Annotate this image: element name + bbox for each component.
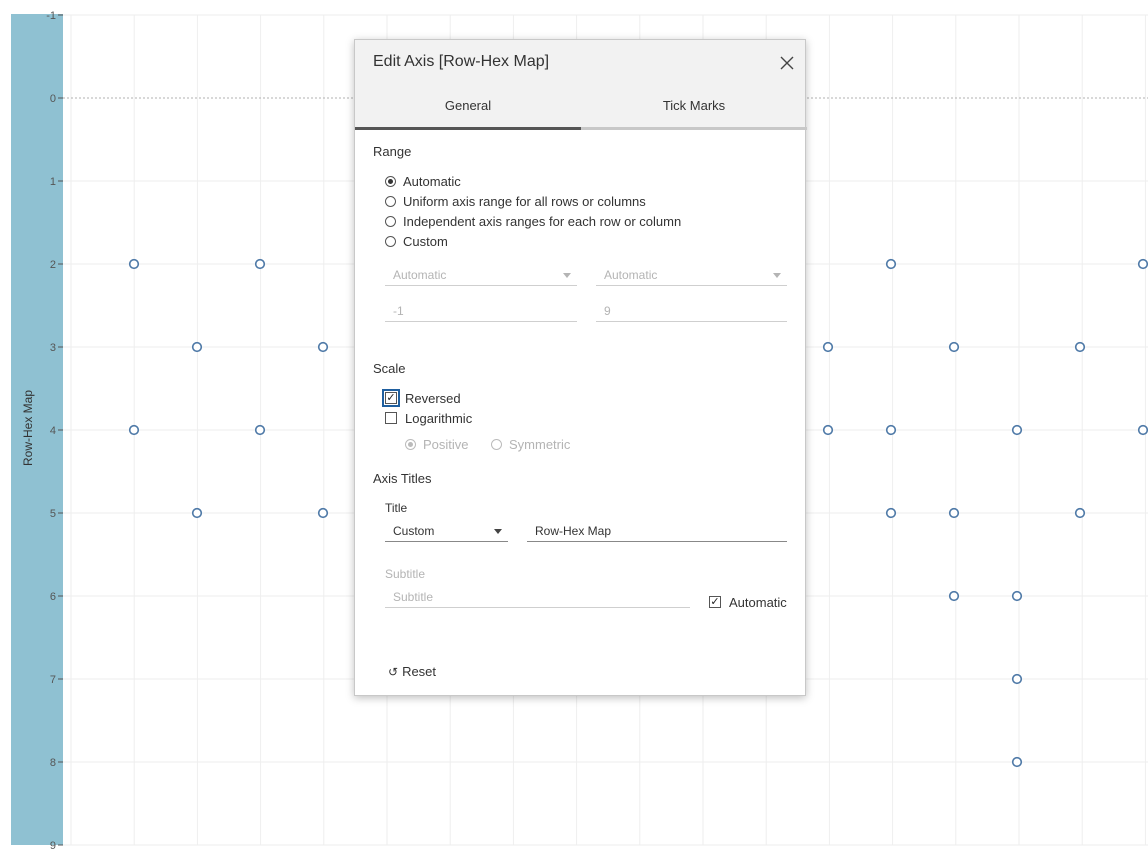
map-point[interactable] [128, 258, 140, 270]
tick-label: -1 [46, 10, 56, 22]
edit-axis-dialog: Edit Axis [Row-Hex Map] General Tick Mar… [354, 39, 807, 696]
map-point[interactable] [822, 341, 834, 353]
checkbox-indicator [385, 412, 397, 424]
map-point[interactable] [948, 341, 960, 353]
map-point[interactable] [317, 341, 329, 353]
range-end-mode-select[interactable]: Automatic [596, 264, 787, 286]
dialog-header: Edit Axis [Row-Hex Map] General Tick Mar… [355, 40, 807, 130]
radio-indicator [385, 235, 396, 247]
subtitle-automatic-checkbox[interactable]: ✓ Automatic [709, 593, 787, 611]
checkbox-label: Reversed [405, 390, 461, 406]
range-start-input[interactable]: -1 [385, 300, 577, 322]
map-point[interactable] [885, 507, 897, 519]
checkbox-indicator: ✓ [709, 596, 721, 608]
subtitle-input[interactable]: Subtitle [385, 586, 690, 608]
reset-icon: ↺ [388, 664, 399, 679]
chevron-down-icon [494, 529, 502, 534]
range-automatic-radio[interactable]: Automatic [385, 172, 461, 190]
tick-label: 5 [50, 508, 56, 520]
map-point[interactable] [254, 258, 266, 270]
title-label: Title [385, 501, 408, 515]
radio-label: Symmetric [509, 436, 571, 452]
tab-general[interactable]: General [355, 95, 581, 130]
radio-indicator [405, 438, 416, 450]
tab-tick-marks[interactable]: Tick Marks [581, 95, 807, 130]
tick-label: 4 [50, 425, 56, 437]
checkbox-label: Logarithmic [405, 410, 473, 426]
positive-radio[interactable]: Positive [405, 435, 469, 453]
map-point[interactable] [948, 590, 960, 602]
map-point[interactable] [128, 424, 140, 436]
reset-button[interactable]: ↺ Reset [388, 664, 436, 679]
range-uniform-radio[interactable]: Uniform axis range for all rows or colum… [385, 192, 646, 210]
radio-indicator [491, 438, 502, 450]
map-point[interactable] [822, 424, 834, 436]
reversed-checkbox[interactable]: ✓ Reversed [382, 389, 461, 407]
logarithmic-checkbox[interactable]: Logarithmic [385, 409, 472, 427]
range-section-label: Range [373, 144, 412, 159]
radio-indicator [385, 175, 396, 187]
scale-section-label: Scale [373, 361, 406, 376]
tick-label: 6 [50, 591, 56, 603]
select-value: Automatic [604, 268, 658, 282]
radio-indicator [385, 195, 396, 207]
chevron-down-icon [773, 273, 781, 278]
map-point[interactable] [1074, 341, 1086, 353]
map-point[interactable] [885, 424, 897, 436]
map-point[interactable] [1074, 507, 1086, 519]
tick-label: 0 [50, 93, 56, 105]
map-point[interactable] [948, 507, 960, 519]
dialog-title: Edit Axis [Row-Hex Map] [373, 53, 550, 70]
tick-label: 3 [50, 342, 56, 354]
axis-titles-section-label: Axis Titles [373, 471, 432, 486]
map-point[interactable] [1011, 590, 1023, 602]
radio-label: Automatic [403, 173, 461, 189]
map-point[interactable] [317, 507, 329, 519]
title-input[interactable]: Row-Hex Map [527, 520, 787, 542]
tick-label: 8 [50, 757, 56, 769]
radio-label: Uniform axis range for all rows or colum… [403, 193, 646, 209]
radio-label: Independent axis ranges for each row or … [403, 213, 682, 229]
checkbox-label: Automatic [729, 594, 787, 610]
radio-label: Positive [423, 436, 469, 452]
select-value: Automatic [393, 268, 447, 282]
radio-label: Custom [403, 233, 448, 249]
map-point[interactable] [1011, 756, 1023, 768]
map-point[interactable] [1137, 258, 1148, 270]
radio-indicator [385, 215, 396, 227]
subtitle-label: Subtitle [385, 567, 426, 581]
map-point[interactable] [885, 258, 897, 270]
title-mode-select[interactable]: Custom [385, 520, 508, 542]
checkbox-indicator: ✓ [382, 389, 400, 407]
close-icon[interactable] [778, 54, 796, 72]
select-value: Custom [393, 524, 435, 538]
tick-label: 1 [50, 176, 56, 188]
range-independent-radio[interactable]: Independent axis ranges for each row or … [385, 212, 681, 230]
range-start-mode-select[interactable]: Automatic [385, 264, 577, 286]
map-point[interactable] [191, 507, 203, 519]
tick-label: 2 [50, 259, 56, 271]
reset-label: Reset [402, 664, 437, 679]
chevron-down-icon [563, 273, 571, 278]
tick-label: 9 [50, 840, 56, 852]
map-point[interactable] [1011, 424, 1023, 436]
map-point[interactable] [254, 424, 266, 436]
map-point[interactable] [1011, 673, 1023, 685]
symmetric-radio[interactable]: Symmetric [491, 435, 570, 453]
map-point[interactable] [191, 341, 203, 353]
range-custom-radio[interactable]: Custom [385, 232, 448, 250]
range-end-input[interactable]: 9 [596, 300, 787, 322]
tick-label: 7 [50, 674, 56, 686]
map-point[interactable] [1137, 424, 1148, 436]
